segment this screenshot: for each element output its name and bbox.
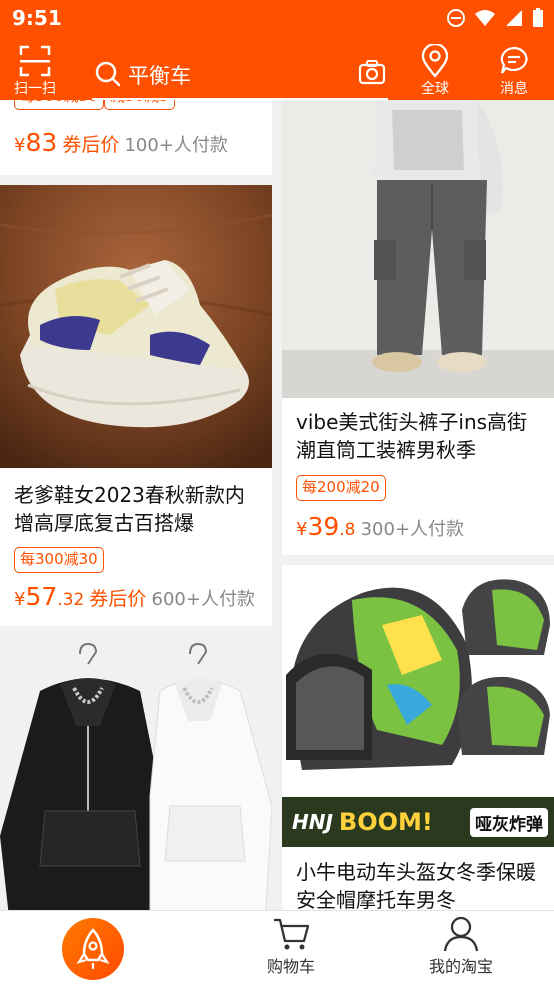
price-symbol: ¥	[14, 135, 26, 156]
price-row: ¥83 券后价 100+人付款	[14, 128, 228, 157]
global-button[interactable]: 全球	[420, 44, 450, 98]
scan-icon	[19, 45, 51, 77]
helmet-image	[282, 565, 554, 795]
price-decimal: .8	[339, 520, 356, 540]
signal-icon	[506, 10, 522, 26]
status-time: 9:51	[12, 6, 62, 30]
product-title[interactable]: 小牛电动车头盔女冬季保暖安全帽摩托车男冬	[296, 858, 544, 910]
price-integer: 57	[25, 582, 58, 611]
shopping-cart-icon	[274, 918, 310, 950]
coupon-badge: 每300减30	[14, 100, 104, 110]
nav-my-taobao[interactable]: 我的淘宝	[406, 915, 516, 977]
product-title[interactable]: vibe美式街头裤子ins高街潮直筒工装裤男秋季	[296, 408, 544, 464]
sales-count: 100+人付款	[124, 135, 228, 156]
search-icon	[95, 61, 121, 87]
rocket-icon	[76, 928, 110, 969]
product-card[interactable]: HNJ BOOM! 哑灰炸弹 小牛电动车头盔女冬季保暖安全帽摩托车男冬	[282, 565, 554, 910]
product-image[interactable]: HNJ BOOM! 哑灰炸弹	[282, 565, 554, 847]
coupon-badge: 每300减30	[14, 547, 104, 573]
scan-button[interactable]: 扫一扫	[14, 44, 56, 98]
sales-count: 600+人付款	[151, 589, 255, 610]
product-feed[interactable]: 每300减30 减30减5 ¥83 券后价 100+人付款	[0, 100, 554, 910]
price-integer: 39	[307, 512, 340, 541]
nav-cart-label: 购物车	[266, 957, 315, 976]
coupon-badge: 每200减20	[296, 475, 386, 501]
messages-button[interactable]: 消息	[498, 44, 530, 98]
product-image[interactable]	[0, 185, 272, 468]
price-suffix: 券后价	[62, 134, 120, 156]
search-query[interactable]: 平衡车	[128, 60, 191, 90]
price-symbol: ¥	[14, 589, 26, 610]
bottom-navigation: 购物车 我的淘宝	[0, 910, 554, 985]
user-profile-icon	[443, 916, 479, 952]
nav-me-label: 我的淘宝	[428, 957, 493, 976]
product-card[interactable]	[0, 636, 272, 910]
sneaker-image	[0, 185, 272, 468]
banner-logo: HNJ	[292, 810, 333, 834]
product-image[interactable]	[0, 636, 272, 910]
product-card[interactable]: 老爹鞋女2023春秋新款内增高厚底复古百搭爆 每300减30 ¥57.32 券后…	[0, 185, 272, 626]
status-icons	[446, 8, 544, 28]
search-bar[interactable]: 平衡车	[92, 52, 388, 100]
status-bar: 9:51	[0, 0, 554, 38]
scan-label: 扫一扫	[14, 81, 56, 97]
global-label: 全球	[421, 81, 449, 97]
price-row: ¥57.32 券后价 600+人付款	[14, 582, 255, 611]
price-row: ¥39.8 300+人付款	[296, 512, 464, 541]
product-card[interactable]: vibe美式街头裤子ins高街潮直筒工装裤男秋季 每200减20 ¥39.8 3…	[282, 100, 554, 555]
jacket-image	[0, 636, 272, 910]
price-suffix: 券后价	[89, 588, 147, 610]
price-decimal: .32	[57, 590, 85, 610]
promo-banner: HNJ BOOM! 哑灰炸弹	[282, 797, 554, 847]
sales-count: 300+人付款	[360, 519, 465, 540]
product-card[interactable]: 每300减30 减30减5 ¥83 券后价 100+人付款	[0, 100, 272, 175]
nav-cart[interactable]: 购物车	[236, 915, 346, 977]
product-image[interactable]	[282, 100, 554, 398]
do-not-disturb-icon	[447, 9, 465, 27]
coupon-badge: 减30减5	[104, 100, 175, 110]
price-integer: 83	[25, 128, 58, 157]
messages-label: 消息	[500, 81, 528, 97]
camera-icon[interactable]	[358, 60, 386, 86]
price-symbol: ¥	[296, 519, 308, 540]
battery-icon	[533, 8, 543, 27]
banner-boom: BOOM!	[338, 808, 433, 836]
location-pin-icon	[421, 44, 449, 78]
chat-bubble-icon	[500, 46, 528, 74]
home-rocket-button[interactable]	[62, 918, 124, 980]
wifi-icon	[475, 10, 495, 26]
product-title[interactable]: 老爹鞋女2023春秋新款内增高厚底复古百搭爆	[14, 481, 262, 537]
cargo-pants-image	[282, 100, 554, 398]
top-header: 扫一扫 平衡车 全球 消息	[0, 38, 554, 100]
banner-tag: 哑灰炸弹	[470, 807, 548, 837]
